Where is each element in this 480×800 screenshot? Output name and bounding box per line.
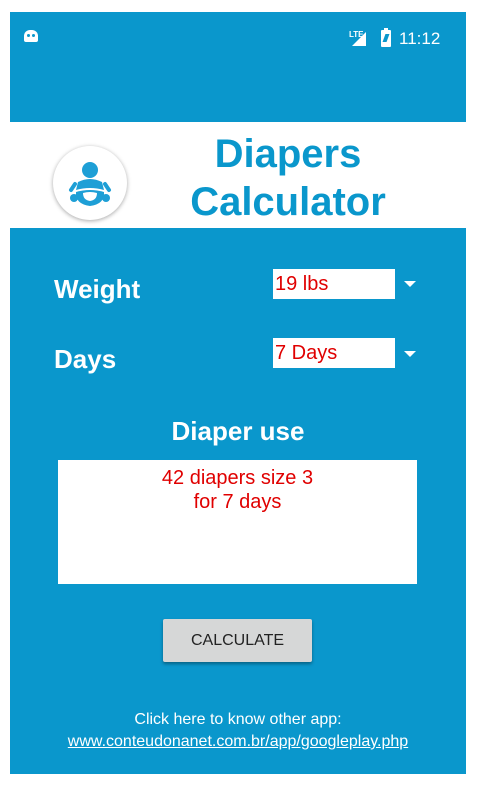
baby-logo-icon bbox=[53, 146, 127, 220]
signal-icon bbox=[352, 32, 366, 46]
days-label: Days bbox=[54, 344, 117, 374]
result-box: 42 diapers size 3 for 7 days bbox=[58, 460, 417, 584]
title-line-2: Calculator bbox=[190, 180, 386, 224]
android-notification-icon bbox=[24, 30, 38, 42]
battery-icon bbox=[381, 28, 391, 47]
app-header: Diapers Calculator bbox=[10, 122, 466, 228]
footer-text[interactable]: Click here to know other app: bbox=[10, 709, 466, 731]
weight-dropdown-arrow-icon[interactable] bbox=[404, 281, 416, 287]
weight-select[interactable]: 19 lbs bbox=[273, 269, 395, 299]
diaper-use-heading: Diaper use bbox=[171, 416, 305, 446]
result-line-1: 42 diapers size 3 bbox=[161, 467, 314, 489]
weight-label: Weight bbox=[54, 274, 141, 304]
page-title: Diapers Calculator bbox=[160, 130, 416, 226]
app-screen: LTE 11:12 Diapers Calculator Weight 19 l… bbox=[10, 12, 466, 774]
days-dropdown-arrow-icon[interactable] bbox=[404, 351, 416, 357]
result-line-2: for 7 days bbox=[193, 491, 282, 513]
title-line-1: Diapers bbox=[214, 132, 362, 176]
footer-link[interactable]: www.conteudonanet.com.br/app/googleplay.… bbox=[10, 731, 466, 753]
days-select[interactable]: 7 Days bbox=[273, 338, 395, 368]
status-bar: LTE 11:12 bbox=[10, 12, 466, 60]
calculate-button[interactable]: CALCULATE bbox=[163, 619, 312, 662]
clock: 11:12 bbox=[399, 29, 441, 48]
